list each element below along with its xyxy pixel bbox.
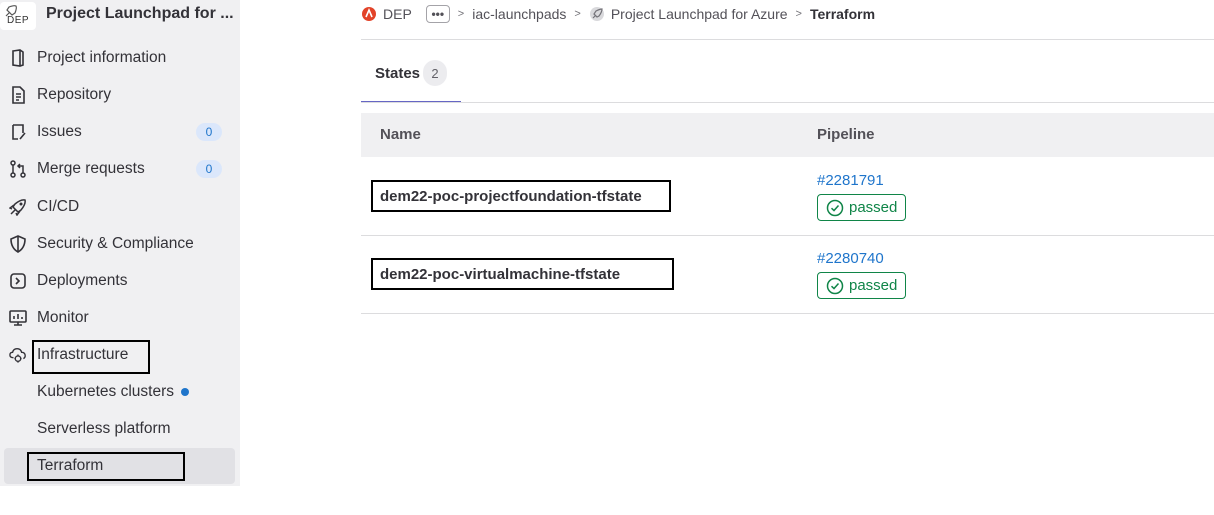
sidebar-item-label: Deployments [37,272,128,289]
status-label: passed [849,277,898,294]
breadcrumb-project[interactable]: Project Launchpad for Azure [611,6,788,22]
project-avatar-icon [589,6,605,22]
breadcrumb-group[interactable]: DEP [383,6,412,22]
table-row: dem22-poc-projectfoundation-tfstate #228… [361,158,1214,236]
issues-count-badge: 0 [196,123,222,141]
tabs-divider [361,102,1214,103]
breadcrumb-ellipsis-button[interactable]: ••• [425,5,450,23]
sidebar-item-security-compliance[interactable]: Security & Compliance [0,227,240,261]
project-info-icon [9,49,27,67]
sidebar-item-merge-requests[interactable]: Merge requests 0 [0,152,240,186]
sidebar-subitem-serverless-platform[interactable]: Serverless platform [0,412,240,446]
new-feature-dot [181,388,189,396]
sidebar-item-label: Security & Compliance [37,235,194,252]
sidebar-item-label: Monitor [37,309,89,326]
check-circle-icon [826,199,844,216]
status-badge[interactable]: passed [817,272,906,299]
tab-states[interactable]: States 2 [361,56,461,103]
sidebar-item-monitor[interactable]: Monitor [0,301,240,335]
chevron-right-icon: > [457,8,465,20]
group-avatar-icon [361,6,377,22]
sidebar-item-label: Repository [37,86,112,103]
sidebar-subitem-label: Serverless platform [37,420,171,437]
sidebar-item-project-information[interactable]: Project information [0,41,240,75]
sidebar-subitem-kubernetes-clusters[interactable]: Kubernetes clusters [0,375,240,409]
infrastructure-highlight-box [32,340,150,374]
chevron-right-icon: > [574,8,581,20]
breadcrumb: DEP ••• > iac-launchpads > Project Launc… [361,4,875,24]
sidebar-item-deployments[interactable]: Deployments [0,264,240,298]
table-row: dem22-poc-virtualmachine-tfstate #228074… [361,236,1214,314]
deployments-icon [9,272,27,290]
merge-request-icon [9,160,27,178]
pipeline-link[interactable]: #2281791 [817,172,884,189]
repository-icon [9,86,27,104]
tab-states-count: 2 [423,60,447,86]
sidebar-item-label: Project information [37,49,167,66]
breadcrumb-subgroup[interactable]: iac-launchpads [472,6,566,22]
project-title[interactable]: Project Launchpad for ... [46,5,234,23]
header-divider [361,39,1214,40]
sidebar-item-repository[interactable]: Repository [0,78,240,112]
column-header-pipeline: Pipeline [817,126,875,143]
merge-requests-count-badge: 0 [196,160,222,178]
sidebar: DEP Project Launchpad for ... Project in… [0,0,240,486]
cloud-gear-icon [9,346,27,364]
tab-states-label: States [375,65,421,82]
rocket-logo-icon [5,5,17,17]
project-header[interactable]: DEP Project Launchpad for ... [0,0,240,32]
sidebar-item-label: CI/CD [37,198,80,215]
chevron-right-icon: > [795,8,802,20]
status-label: passed [849,199,898,216]
terraform-highlight-box [27,452,185,481]
sidebar-item-ci-cd[interactable]: CI/CD [0,190,240,224]
check-circle-icon [826,277,844,294]
status-badge[interactable]: passed [817,194,906,221]
column-header-name: Name [380,126,421,143]
state-name-highlight-box [371,180,671,212]
shield-icon [9,235,27,253]
sidebar-item-label: Issues [37,123,82,140]
pipeline-link[interactable]: #2280740 [817,250,884,267]
rocket-icon [9,198,27,216]
table-header: Name Pipeline [361,113,1214,157]
state-name-highlight-box [371,258,674,290]
monitor-icon [9,309,27,327]
issues-icon [9,123,27,141]
sidebar-item-label: Merge requests [37,160,145,177]
sidebar-item-issues[interactable]: Issues 0 [0,115,240,149]
project-avatar: DEP [0,2,36,30]
breadcrumb-current[interactable]: Terraform [810,6,875,22]
sidebar-subitem-label: Kubernetes clusters [37,383,174,400]
